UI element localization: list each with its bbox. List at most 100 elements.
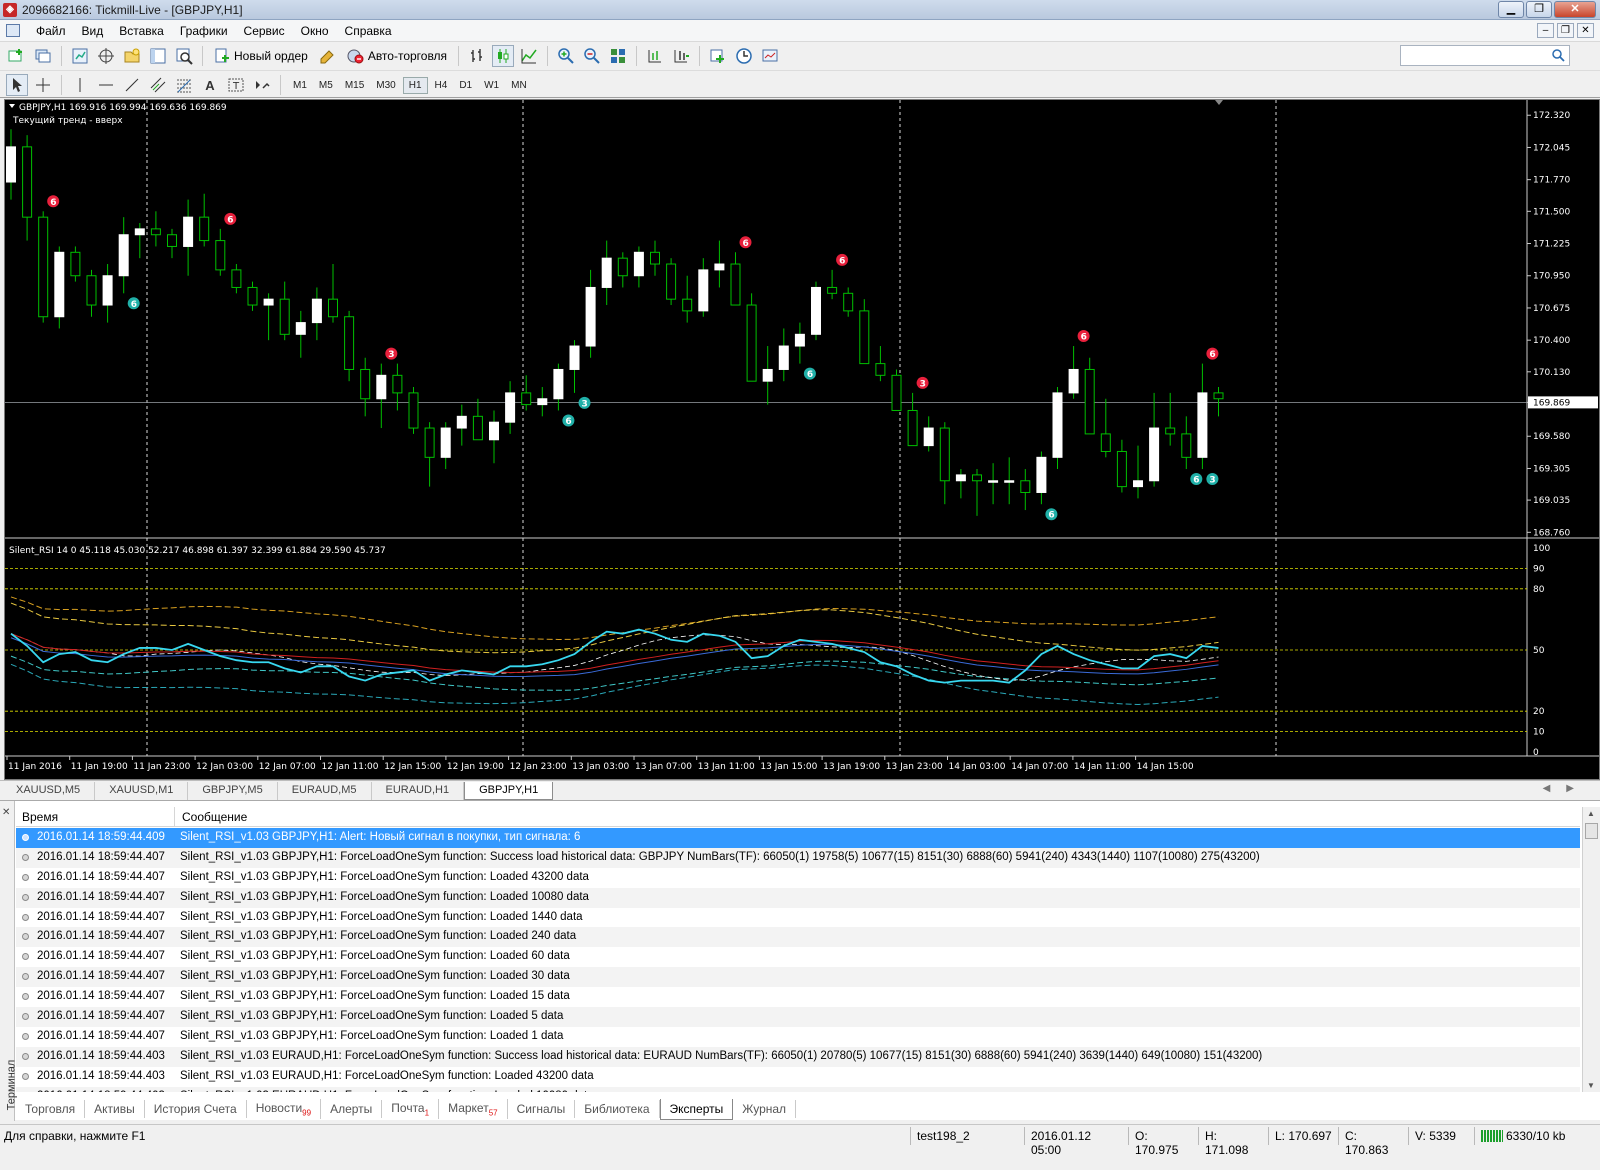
log-row[interactable]: 2016.01.14 18:59:44.407 Silent_RSI_v1.03 … xyxy=(16,887,1580,908)
log-row[interactable]: 2016.01.14 18:59:44.407 Silent_RSI_v1.03 … xyxy=(16,967,1580,988)
timeframe-m5-button[interactable]: M5 xyxy=(314,78,338,93)
timeframe-m15-button[interactable]: M15 xyxy=(340,78,369,93)
arrows-icon[interactable] xyxy=(251,74,273,96)
log-message: Silent_RSI_v1.03 GBPJPY,H1: ForceLoadOne… xyxy=(180,850,1260,863)
chart-window-icon[interactable] xyxy=(6,24,20,37)
timeframe-m30-button[interactable]: M30 xyxy=(371,78,400,93)
tile-windows-icon[interactable] xyxy=(607,45,629,67)
text-label-icon[interactable]: T xyxy=(225,74,247,96)
data-window-icon[interactable] xyxy=(95,45,117,67)
connection-status[interactable]: 6330/10 kb xyxy=(1474,1127,1600,1145)
zoom-out-icon[interactable] xyxy=(581,45,603,67)
price-chart[interactable]: 172.320 172.045 171.770 171.500 171.225 170.9… xyxy=(5,100,1599,779)
log-row[interactable]: 2016.01.14 18:59:44.407 Silent_RSI_v1.03 … xyxy=(16,947,1580,967)
new-order-button[interactable]: Новый ордер xyxy=(210,45,312,67)
new-chart-icon[interactable] xyxy=(6,45,28,67)
metaeditor-icon[interactable] xyxy=(316,45,338,67)
indicators-icon[interactable] xyxy=(707,45,729,67)
templates-icon[interactable] xyxy=(759,45,781,67)
chart-tab[interactable]: GBPJPY,M5 xyxy=(188,782,278,800)
candlestick-chart-icon[interactable] xyxy=(492,45,515,67)
tab-scroll-arrows[interactable]: ◀▶ xyxy=(1543,783,1590,794)
terminal-tab[interactable]: Маркет57 xyxy=(439,1098,508,1120)
terminal-tab[interactable]: История Счета xyxy=(145,1100,247,1118)
search-input[interactable] xyxy=(1400,45,1570,66)
log-row[interactable]: 2016.01.14 18:59:44.407 Silent_RSI_v1.03 … xyxy=(16,987,1580,1007)
terminal-tab[interactable]: Сигналы xyxy=(508,1100,576,1118)
market-watch-icon[interactable] xyxy=(69,45,91,67)
log-row[interactable]: 2016.01.14 18:59:44.403 Silent_RSI_v1.03 … xyxy=(16,1067,1580,1087)
timeframe-d1-button[interactable]: D1 xyxy=(454,78,477,93)
chart-tab[interactable]: XAUUSD,M5 xyxy=(2,782,96,800)
trendline-icon[interactable] xyxy=(121,74,143,96)
vertical-line-icon[interactable] xyxy=(69,74,91,96)
timeframe-m1-button[interactable]: M1 xyxy=(288,78,312,93)
search-icon[interactable] xyxy=(1552,49,1565,62)
crosshair-icon[interactable] xyxy=(32,74,54,96)
timeframe-h1-button[interactable]: H1 xyxy=(402,76,428,94)
chart-window[interactable]: 172.320 172.045 171.770 171.500 171.225 170.9… xyxy=(4,99,1600,780)
navigator-icon[interactable] xyxy=(121,45,143,67)
status-datetime: 2016.01.12 05:00 xyxy=(1024,1127,1128,1157)
timeframe-w1-button[interactable]: W1 xyxy=(479,78,504,93)
column-header-time[interactable]: Время xyxy=(22,810,58,824)
log-row[interactable]: 2016.01.14 18:59:44.403 Silent_RSI_v1.03 … xyxy=(16,1086,1580,1092)
terminal-tab[interactable]: Торговля xyxy=(16,1100,86,1118)
menu-item-2[interactable]: Вставка xyxy=(111,23,172,39)
cursor-icon[interactable] xyxy=(6,74,28,96)
terminal-tab[interactable]: Эксперты xyxy=(659,1098,734,1120)
scrollbar-thumb[interactable] xyxy=(1585,823,1598,839)
chart-tab[interactable]: GBPJPY,H1 xyxy=(464,782,554,800)
terminal-tab[interactable]: Почта1 xyxy=(382,1098,440,1120)
autotrading-button[interactable]: Авто-торговля xyxy=(342,45,451,67)
text-icon[interactable]: A xyxy=(199,74,221,96)
chart-shift-icon[interactable] xyxy=(644,45,666,67)
menu-item-4[interactable]: Сервис xyxy=(236,23,293,39)
restore-button[interactable]: ❐ xyxy=(1526,1,1552,18)
timeframe-mn-button[interactable]: MN xyxy=(506,78,532,93)
status-profile[interactable]: test198_2 xyxy=(910,1127,1024,1145)
column-header-message[interactable]: Сообщение xyxy=(182,810,247,824)
log-row[interactable]: 2016.01.14 18:59:44.407 Silent_RSI_v1.03 … xyxy=(16,847,1580,868)
menu-item-3[interactable]: Графики xyxy=(172,23,236,39)
strategy-tester-icon[interactable] xyxy=(173,45,195,67)
menu-item-0[interactable]: Файл xyxy=(28,23,74,39)
time-tick-label: 14 Jan 11:00 xyxy=(1074,762,1131,772)
zoom-in-icon[interactable] xyxy=(555,45,577,67)
mdi-minimize-button[interactable]: – xyxy=(1537,23,1554,38)
bar-chart-icon[interactable] xyxy=(466,45,488,67)
terminal-tab[interactable]: Новости99 xyxy=(247,1098,322,1120)
log-scrollbar[interactable]: ▲ ▼ xyxy=(1582,807,1600,1092)
terminal-icon[interactable] xyxy=(147,45,169,67)
timeframe-h4-button[interactable]: H4 xyxy=(430,78,453,93)
chart-tab[interactable]: EURAUD,H1 xyxy=(372,782,465,800)
equidistant-channel-icon[interactable] xyxy=(147,74,169,96)
terminal-tab[interactable]: Библиотека xyxy=(575,1100,660,1118)
mdi-close-button[interactable]: ✕ xyxy=(1577,23,1594,38)
menu-item-5[interactable]: Окно xyxy=(293,23,337,39)
log-row[interactable]: 2016.01.14 18:59:44.407 Silent_RSI_v1.03 … xyxy=(16,1007,1580,1027)
horizontal-line-icon[interactable] xyxy=(95,74,117,96)
profiles-icon[interactable] xyxy=(32,45,54,67)
minimize-button[interactable]: ▁ xyxy=(1498,1,1524,18)
line-chart-icon[interactable] xyxy=(518,45,540,67)
terminal-tab[interactable]: Журнал xyxy=(733,1100,797,1118)
fibonacci-icon[interactable] xyxy=(173,74,195,96)
log-row[interactable]: 2016.01.14 18:59:44.407 Silent_RSI_v1.03 … xyxy=(16,908,1580,928)
terminal-close-icon[interactable]: ✕ xyxy=(2,807,10,818)
terminal-tab[interactable]: Алерты xyxy=(321,1100,383,1118)
autoscroll-icon[interactable] xyxy=(670,45,692,67)
log-row[interactable]: 2016.01.14 18:59:44.409 Silent_RSI_v1.03 … xyxy=(16,828,1580,848)
terminal-tab[interactable]: Активы xyxy=(85,1100,145,1118)
menu-item-6[interactable]: Справка xyxy=(337,23,400,39)
close-button[interactable]: ✕ xyxy=(1554,1,1596,18)
periods-icon[interactable] xyxy=(733,45,755,67)
chart-tab[interactable]: XAUUSD,M1 xyxy=(95,782,189,800)
log-row[interactable]: 2016.01.14 18:59:44.403 Silent_RSI_v1.03 … xyxy=(16,1046,1580,1067)
mdi-restore-button[interactable]: ❐ xyxy=(1557,23,1574,38)
chart-tab[interactable]: EURAUD,M5 xyxy=(278,782,372,800)
log-row[interactable]: 2016.01.14 18:59:44.407 Silent_RSI_v1.03 … xyxy=(16,1027,1580,1047)
log-row[interactable]: 2016.01.14 18:59:44.407 Silent_RSI_v1.03 … xyxy=(16,927,1580,948)
menu-item-1[interactable]: Вид xyxy=(74,23,112,39)
log-row[interactable]: 2016.01.14 18:59:44.407 Silent_RSI_v1.03 … xyxy=(16,868,1580,888)
